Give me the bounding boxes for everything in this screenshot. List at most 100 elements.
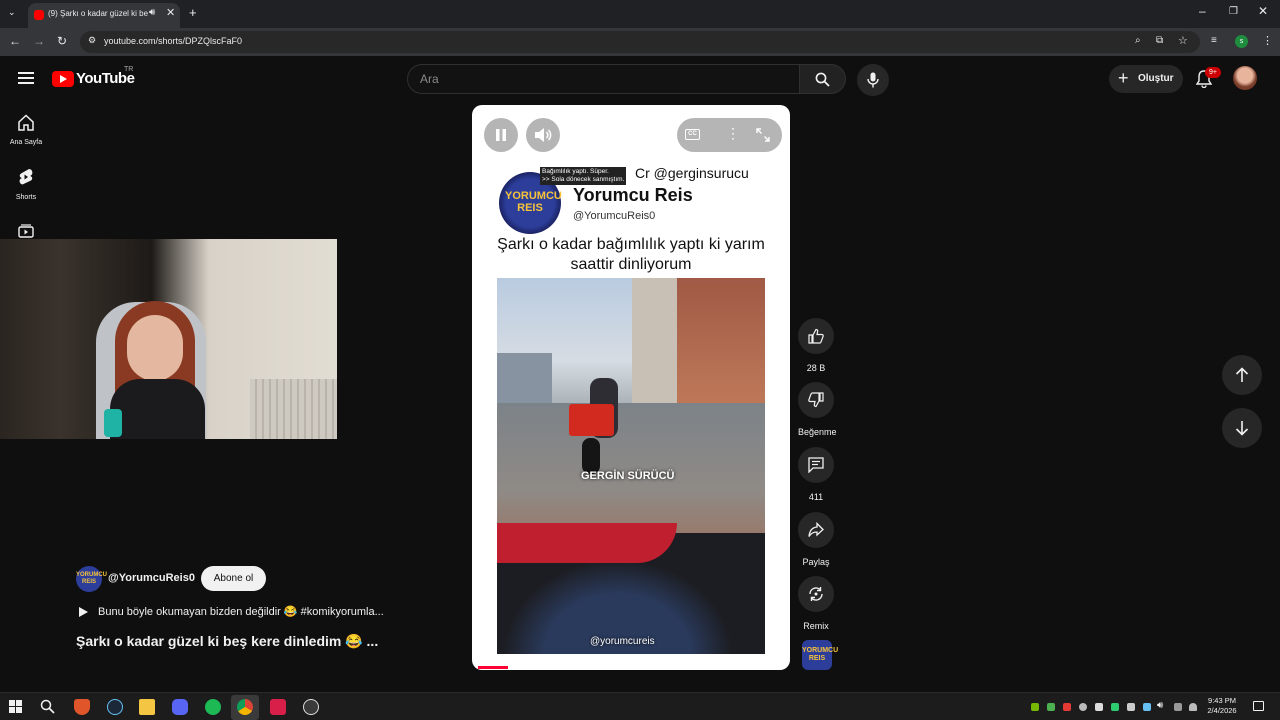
install-app-icon[interactable]: ⧉: [1156, 35, 1163, 46]
plus-icon: +: [1118, 68, 1129, 88]
volume-tray-icon[interactable]: 🔊︎: [1157, 700, 1163, 711]
video-watermark-handle: @yorumcureis: [590, 636, 655, 647]
dislike-button-circle[interactable]: [798, 382, 834, 418]
pause-icon: [496, 129, 506, 141]
channel-handle-link[interactable]: @YorumcuReis0: [108, 572, 195, 584]
player-controls-group: CC ⋮: [677, 118, 782, 152]
audio-playing-icon[interactable]: 🔊︎: [149, 7, 155, 18]
comments-button-circle[interactable]: [798, 447, 834, 483]
sidebar-item-home[interactable]: Ana Sayfa: [4, 114, 48, 146]
play-icon: [79, 607, 88, 617]
arrow-down-icon: [1235, 421, 1249, 436]
video-frame: GERGİN SÜRÜCÜ @yorumcureis: [497, 278, 765, 654]
create-button[interactable]: + Oluştur: [1109, 65, 1183, 93]
search-placeholder: Ara: [420, 72, 439, 86]
more-options-icon[interactable]: ⋮: [726, 125, 740, 142]
remix-button[interactable]: Remix: [798, 576, 834, 631]
share-button-circle[interactable]: [798, 512, 834, 548]
share-button[interactable]: Paylaş: [798, 512, 834, 567]
dislike-button[interactable]: Beğenme: [798, 382, 837, 437]
like-button-circle[interactable]: [798, 318, 834, 354]
nvidia-tray-icon[interactable]: [1031, 703, 1039, 711]
search-input[interactable]: Ara: [407, 64, 800, 94]
close-window-icon[interactable]: ✕: [1258, 4, 1268, 18]
mic-tray-icon[interactable]: [1063, 703, 1071, 711]
scooter-fairing: [497, 523, 677, 563]
sidebar-item-shorts[interactable]: Shorts: [4, 168, 48, 201]
video-progress-bar[interactable]: [478, 666, 508, 669]
play-tray-icon[interactable]: [1047, 703, 1055, 711]
vivaldi-icon[interactable]: [270, 699, 286, 715]
bookmark-star-icon[interactable]: ☆: [1178, 34, 1188, 47]
remix-label: Remix: [803, 621, 829, 631]
forward-icon[interactable]: →: [33, 34, 45, 48]
site-info-icon[interactable]: ⚙: [88, 35, 96, 46]
app-tray-icon[interactable]: [1111, 703, 1119, 711]
channel-avatar[interactable]: YORUMCU REIS: [76, 566, 107, 592]
building-center: [632, 278, 682, 408]
restore-icon[interactable]: ❐: [1229, 6, 1238, 17]
browser-tab[interactable]: (9) Şarkı o kadar güzel ki be 🔊︎ ✕: [28, 3, 180, 28]
close-tab-icon[interactable]: ✕: [166, 6, 175, 19]
clock-time: 9:43 PM: [1208, 696, 1236, 705]
volume-button[interactable]: [526, 118, 560, 152]
chrome-icon[interactable]: [237, 699, 253, 715]
voice-search-button[interactable]: [857, 64, 889, 96]
steam-tray-icon[interactable]: [1143, 703, 1151, 711]
minimize-icon[interactable]: –: [1199, 4, 1206, 18]
home-icon: [18, 114, 34, 131]
like-count: 28 B: [806, 363, 826, 373]
microphone-tray-icon[interactable]: [1189, 703, 1197, 711]
pause-button[interactable]: [484, 118, 518, 152]
reload-icon[interactable]: ↻: [57, 34, 67, 48]
account-avatar[interactable]: [1233, 66, 1257, 90]
brave-browser-icon[interactable]: [74, 699, 90, 715]
new-tab-icon[interactable]: +: [189, 5, 197, 20]
subscribe-button[interactable]: Abone ol: [201, 566, 266, 591]
person-face: [127, 315, 183, 381]
media-control-icon[interactable]: ≡: [1211, 35, 1217, 46]
audio-source-avatar[interactable]: YORUMCU REIS: [802, 640, 838, 670]
obs-icon[interactable]: [303, 699, 319, 715]
back-icon[interactable]: ←: [9, 34, 21, 48]
like-button[interactable]: 28 B: [798, 318, 834, 373]
sidebar-item-label: Ana Sayfa: [9, 139, 43, 146]
short-title[interactable]: Şarkı o kadar güzel ki beş kere dinledim…: [76, 633, 378, 650]
thumbs-up-icon: [808, 328, 824, 344]
url-text[interactable]: youtube.com/shorts/DPZQlscFaF0: [104, 36, 242, 46]
menu-icon[interactable]: [18, 72, 34, 84]
file-explorer-icon[interactable]: [139, 699, 155, 715]
network-tray-icon[interactable]: [1174, 703, 1182, 711]
shorts-player[interactable]: CC ⋮ YORUMCU REIS Bağımlılık yaptı. Süpe…: [472, 105, 790, 670]
share-icon: [808, 522, 824, 537]
remix-button-circle[interactable]: [798, 576, 834, 612]
thumbs-down-icon: [808, 392, 824, 408]
next-short-button[interactable]: [1222, 408, 1262, 448]
search-icon: [815, 72, 830, 87]
steam-icon[interactable]: [107, 699, 123, 715]
discord-icon[interactable]: [172, 699, 188, 715]
spotify-icon[interactable]: [205, 699, 221, 715]
comments-button[interactable]: 411: [798, 447, 834, 502]
notification-center-icon[interactable]: [1253, 701, 1264, 711]
tab-search-icon[interactable]: ⌄: [8, 7, 16, 18]
tab-title: (9) Şarkı o kadar güzel ki be: [48, 9, 149, 18]
fullscreen-icon[interactable]: [756, 128, 770, 142]
taskbar-clock[interactable]: 9:43 PM 2/4/2026: [1200, 696, 1244, 716]
share-label: Paylaş: [802, 557, 830, 567]
profile-icon[interactable]: s: [1235, 35, 1248, 48]
volume-icon: [535, 128, 552, 142]
taskbar-search-icon[interactable]: [40, 699, 55, 714]
browser-menu-icon[interactable]: ⋮: [1262, 34, 1273, 47]
video-description[interactable]: Bunu böyle okumayan bizden değildir 😂 #k…: [98, 605, 384, 618]
xbox-tray-icon[interactable]: [1079, 703, 1087, 711]
zoom-icon[interactable]: ⌕: [1135, 35, 1141, 46]
omnibox[interactable]: ⚙ youtube.com/shorts/DPZQlscFaF0 ⌕ ⧉ ☆: [80, 31, 1200, 53]
windows-start-icon[interactable]: [9, 700, 22, 713]
video-watermark: GERGİN SÜRÜCÜ: [581, 470, 675, 482]
cloud-tray-icon[interactable]: [1127, 703, 1135, 711]
search-button[interactable]: [800, 64, 846, 94]
previous-short-button[interactable]: [1222, 355, 1262, 395]
captions-icon[interactable]: CC: [685, 129, 700, 140]
discord-tray-icon[interactable]: [1095, 703, 1103, 711]
